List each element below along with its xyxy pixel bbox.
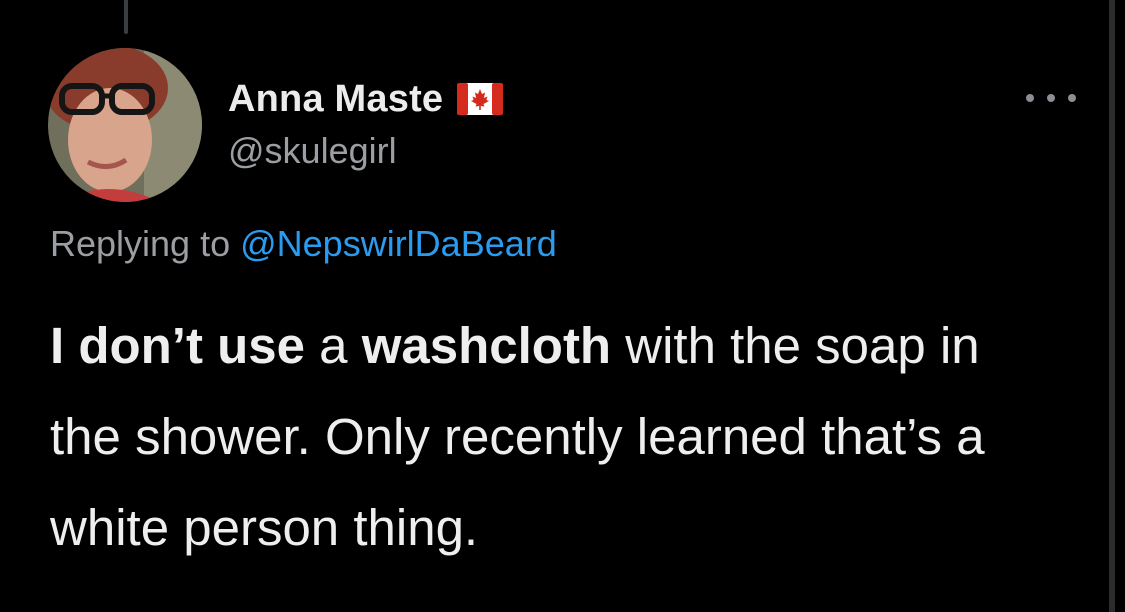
tweet-text-plain: a	[305, 317, 362, 374]
replying-to-line: Replying to @NepswirlDaBeard	[50, 223, 557, 265]
avatar[interactable]	[48, 48, 202, 202]
user-handle[interactable]: @skulegirl	[228, 130, 397, 172]
more-options-icon-dot	[1047, 94, 1055, 102]
replying-to-label: Replying to	[50, 223, 241, 264]
more-options-icon	[1026, 94, 1034, 102]
reply-mention-link[interactable]: @NepswirlDaBeard	[240, 223, 557, 264]
more-options-icon-dot	[1068, 94, 1076, 102]
scrollbar-edge	[1109, 0, 1115, 612]
tweet-text-bold: I don’t use	[50, 317, 305, 374]
author-name-row: Anna Maste	[228, 76, 504, 122]
canada-flag-icon	[457, 83, 504, 115]
tweet-text: I don’t use a washcloth with the soap in…	[50, 300, 1060, 573]
more-options-button[interactable]	[1026, 86, 1076, 110]
thread-connector-line	[124, 0, 128, 34]
tweet-text-bold: washcloth	[361, 317, 612, 374]
display-name[interactable]: Anna Maste	[228, 78, 443, 121]
